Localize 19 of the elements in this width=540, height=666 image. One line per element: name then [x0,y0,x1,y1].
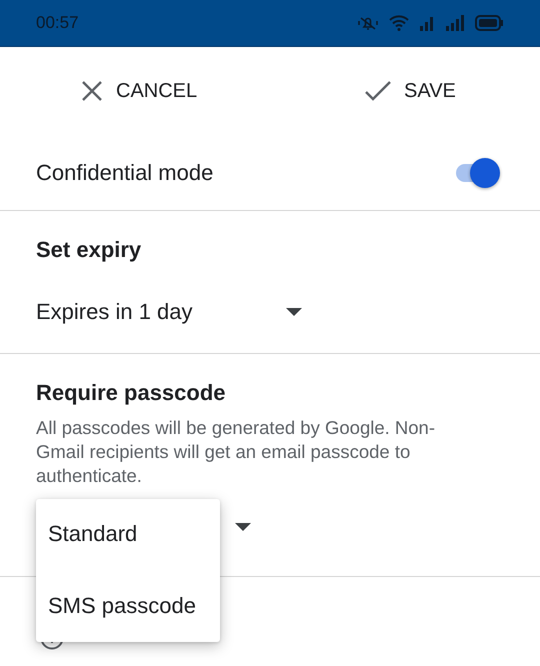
dropdown-caret-icon [286,308,302,316]
save-button[interactable]: SAVE [362,75,458,107]
battery-icon [475,15,504,31]
confidential-mode-switch[interactable] [454,156,500,188]
close-icon [80,79,104,103]
expiry-dropdown[interactable]: Expires in 1 day [36,299,302,325]
require-passcode-heading: Require passcode [36,379,227,407]
wifi-icon [389,15,409,31]
cancel-button[interactable]: CANCEL [78,75,362,107]
menu-item[interactable]: SMS passcode [36,588,220,660]
confidential-mode-label: Confidential mode [36,160,214,186]
signal-icon [445,15,465,31]
signal-icon [419,15,435,31]
passcode-description: All passcodes will be generated by Google. Non-Gmail recipients will get an email passcode to authenticate. [36,416,436,488]
status-time: 00:57 [36,13,80,33]
set-expiry-heading: Set expiry [36,236,142,264]
check-icon [364,79,392,103]
dropdown-caret-icon [235,523,251,531]
menu-item[interactable]: Standard [36,516,220,588]
